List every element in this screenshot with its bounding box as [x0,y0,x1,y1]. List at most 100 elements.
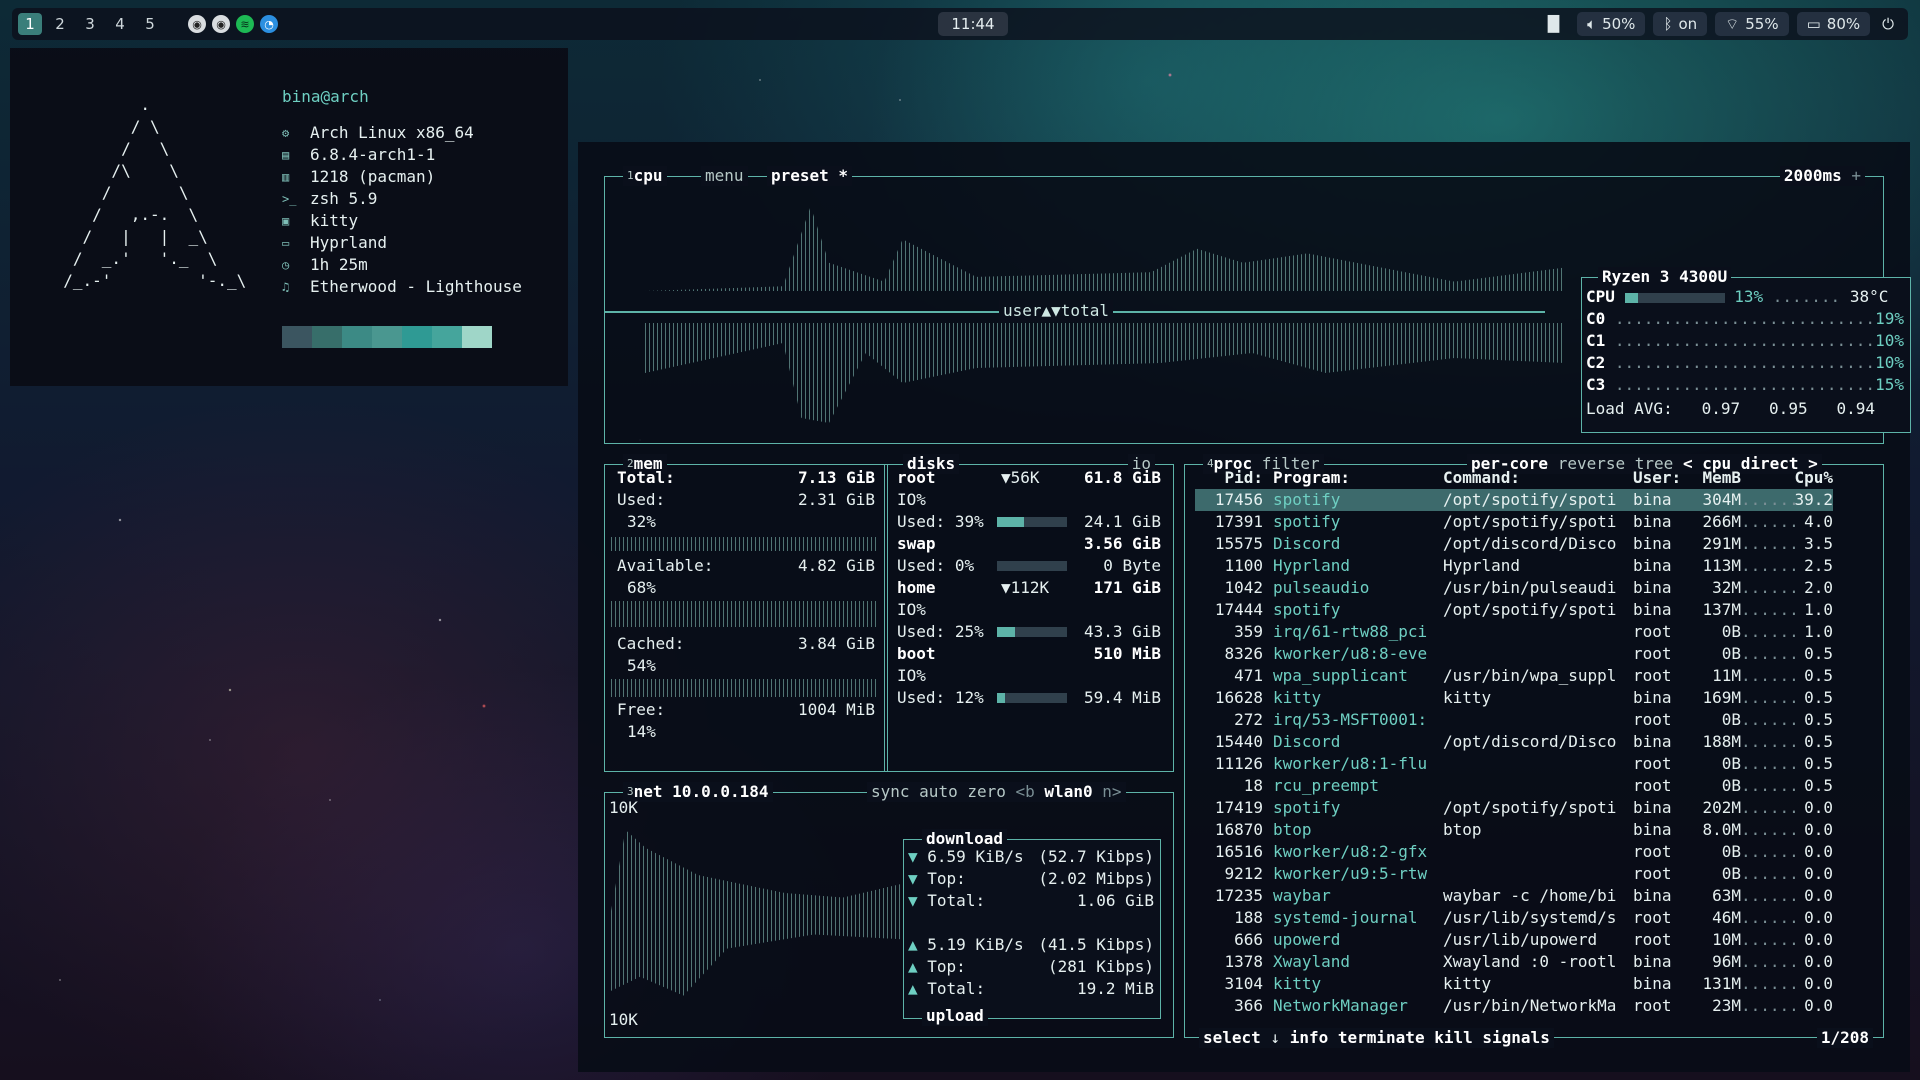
scale-top: 10K [609,798,638,817]
workspace-switcher: 1 2 3 4 5 [18,13,162,35]
info-button[interactable]: info [1290,1028,1329,1047]
fetch-row: ▭ Hyprland [282,233,388,252]
update-interval[interactable]: 2000ms [1784,166,1842,185]
auto-toggle[interactable]: auto [919,782,958,801]
mem-box: 2mem Total: 7.13 GiB Used: 2.31 GiB 32% Av… [604,454,888,772]
clock-icon: ◷ [282,258,290,272]
battery-indicator[interactable]: ▭ 80% [1796,12,1871,36]
workspace-5[interactable]: 5 [138,13,162,35]
process-row[interactable]: 3104 kitty kitty bina 131M...... 0.0 [1195,973,1833,995]
process-row[interactable]: 16870 btop btop bina 8.0M...... 0.0 [1195,819,1833,841]
disk-usage: Used: 39% 24.1 GiB [897,512,1161,531]
process-count: 1/208 [1820,1028,1869,1047]
battery-icon: ▭ [1806,15,1821,33]
mem-total: Total: 7.13 GiB [617,468,875,487]
ip-address: 10.0.0.184 [672,782,769,801]
process-row[interactable]: 11126 kworker/u8:1-flu root 0B...... 0.5 [1195,753,1833,775]
cpu-tab[interactable]: cpu [634,166,663,185]
zero-button[interactable]: zero [967,782,1006,801]
disk-root[interactable]: root ▼56K 61.8 GiB [897,467,1161,489]
clock[interactable]: 11:44 [938,12,1008,36]
spotify-icon[interactable]: ≋ [236,15,254,33]
net-box: 3net 10.0.0.184 sync auto zero <b wlan0 … [604,782,1174,1038]
workspace-2[interactable]: 2 [48,13,72,35]
process-row[interactable]: 666 upowerd/usr/lib/upowerd root 10M...... 0… [1195,929,1833,951]
net-stats-panel: download ▼ 6.59 KiB/s (52.7 Kibps) ▼ Top… [903,829,1161,1026]
preset-button[interactable]: preset * [771,166,848,185]
wifi-indicator[interactable]: ⌔ 55% [1715,12,1789,36]
process-row[interactable]: 8326 kworker/u8:8-eve root 0B...... 0.5 [1195,643,1833,665]
menu-button[interactable]: menu [705,166,744,185]
disk-boot[interactable]: boot 510 MiB [897,643,1161,665]
color-swatch [372,326,402,348]
fetch-row: ▤ 6.8.4-arch1-1 [282,145,436,164]
workspace-3[interactable]: 3 [78,13,102,35]
stats-icon[interactable]: ▐▌ [1538,12,1569,36]
process-row[interactable]: 18 rcu_preempt root 0B...... 0.5 [1195,775,1833,797]
interface-name: wlan0 [1044,782,1093,801]
fetch-row: ⚙ Arch Linux x86_64 [282,123,474,142]
process-row[interactable]: 1042 pulseaudio/usr/bin/pulseaudi bina 32M.… [1195,577,1833,599]
signals-button[interactable]: signals [1482,1028,1549,1047]
obs-icon[interactable]: ◉ [188,15,206,33]
process-row[interactable]: 15575 Discord/opt/discord/Disco bina 291M..… [1195,533,1833,555]
mem-available: Available: 4.82 GiB [617,556,875,575]
process-row[interactable]: 16516 kworker/u8:2-gfx root 0B...... 0.0 [1195,841,1833,863]
workspace-1[interactable]: 1 [18,13,42,35]
select-button[interactable]: select [1203,1028,1261,1047]
music-icon: ♫ [282,280,290,294]
fetch-row: ♫ Etherwood - Lighthouse [282,277,522,296]
cpu-box: 1cpu menu preset * 2000ms + user▲▼total … [604,166,1911,444]
core-row-c3: C3 ........................... 15% [1586,375,1904,394]
process-row[interactable]: 15440 Discord/opt/discord/Disco bina 188M..… [1195,731,1833,753]
process-row[interactable]: 359 irq/61-rtw88_pci root 0B...... 1.0 [1195,621,1833,643]
process-row[interactable]: 17235 waybar waybar -c /home/bi bina 63M....… [1195,885,1833,907]
disk-home[interactable]: home ▼112K 171 GiB [897,577,1161,599]
arch-icon: ⚙ [282,126,290,140]
kernel-icon: ▤ [282,148,290,162]
bluetooth-indicator[interactable]: ᛒ on [1653,12,1708,36]
sync-toggle[interactable]: sync [871,782,910,801]
edge-icon[interactable]: ◔ [260,15,278,33]
process-row[interactable]: 1378 Xwayland Xwayland :0 -rootl bina 96M...… [1195,951,1833,973]
mem-cached: Cached: 3.84 GiB [617,634,875,653]
bluetooth-icon: ᛒ [1663,15,1673,33]
color-swatch [342,326,372,348]
upload-graph [611,911,901,996]
color-swatches [282,326,492,348]
process-row[interactable]: 17391 spotify/opt/spotify/spoti bina 266M..… [1195,511,1833,533]
process-row[interactable]: 188 systemd-journal/usr/lib/systemd/s root… [1195,907,1833,929]
kill-button[interactable]: kill [1434,1028,1473,1047]
process-row[interactable]: 17444 spotify/opt/spotify/spoti bina 137M..… [1195,599,1833,621]
process-row[interactable]: 17419 spotify/opt/spotify/spoti bina 202M..… [1195,797,1833,819]
prev-interface[interactable]: <b [1016,782,1035,801]
disk-usage: Used: 25% 43.3 GiB [897,622,1161,641]
package-icon: ▥ [282,170,290,184]
workspace-4[interactable]: 4 [108,13,132,35]
process-row[interactable]: 272 irq/53-MSFT0001: root 0B...... 0.5 [1195,709,1833,731]
power-icon[interactable]: ⏻ [1878,12,1898,36]
obs-icon[interactable]: ◉ [212,15,230,33]
cpu-total-row: CPU 13% ....... 38°C [1586,287,1889,306]
cpu-total-graph [645,323,1565,423]
terminate-button[interactable]: terminate [1338,1028,1425,1047]
process-row[interactable]: 9212 kworker/u9:5-rtw root 0B...... 0.0 [1195,863,1833,885]
fastfetch-terminal[interactable]: . / \ / \ /\ \ / \ / ,.-. \ / | | _\ / _… [10,48,568,386]
process-row[interactable]: 1100 Hyprland Hyprland bina 113M...... 2.5 [1195,555,1833,577]
terminal-icon: ▣ [282,214,290,228]
disk-swap[interactable]: swap 3.56 GiB [897,533,1161,555]
fetch-row: ▣ kitty [282,211,359,230]
core-row-c2: C2 ........................... 10% [1586,353,1904,372]
process-row[interactable]: 366 NetworkManager/usr/bin/NetworkMa root 2… [1195,995,1833,1017]
next-interface[interactable]: n> [1102,782,1121,801]
wifi-icon: ⌔ [1725,14,1740,33]
volume-indicator[interactable]: 🔈︎ 50% [1577,12,1646,36]
download-graph [611,830,901,911]
arch-logo-ascii: . / \ / \ /\ \ / \ / ,.-. \ / | | _\ / _… [63,95,247,290]
process-row[interactable]: 17456 spotify/opt/spotify/spoti bina 304M..… [1195,489,1833,511]
process-row[interactable]: 16628 kitty kitty bina 169M...... 0.5 [1195,687,1833,709]
process-row[interactable]: 471 wpa_supplicant/usr/bin/wpa_suppl root 1… [1195,665,1833,687]
shell-icon: >_ [282,192,297,206]
color-swatch [462,326,492,348]
btop-window[interactable]: 1cpu menu preset * 2000ms + user▲▼total … [578,142,1911,1072]
